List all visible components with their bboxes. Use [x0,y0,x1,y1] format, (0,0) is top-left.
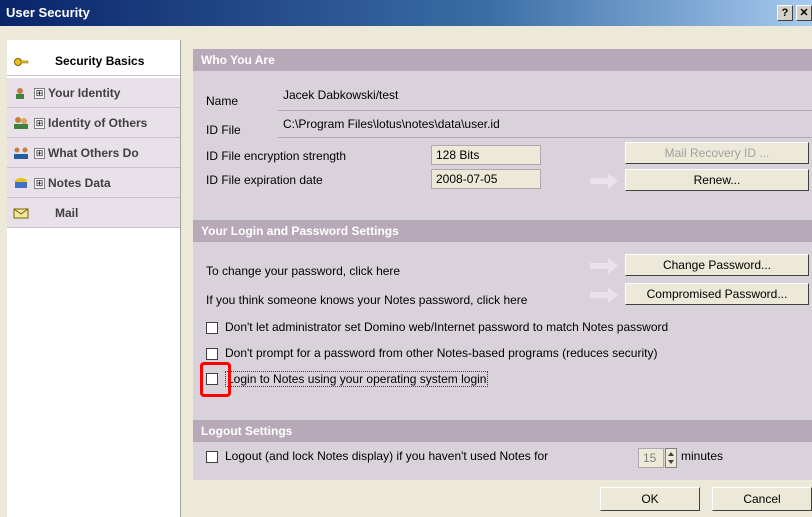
section-who-you-are: Name Jacek Dabkowski/test ID File C:\Pro… [193,71,812,233]
sidebar-item-label: Security Basics [55,54,145,68]
arrow-right-icon [590,258,618,274]
section-header-login: Your Login and Password Settings [193,220,812,242]
strength-field: 128 Bits [431,145,541,165]
highlight-annotation [200,362,231,397]
help-button[interactable]: ? [777,5,793,21]
mail-recovery-button[interactable]: Mail Recovery ID ... [625,142,809,164]
content-panel: Who You Are Name Jacek Dabkowski/test ID… [193,40,812,480]
mail-icon [13,208,29,219]
idfile-value: C:\Program Files\lotus\notes\data\user.i… [283,117,500,131]
sidebar-item-security-basics[interactable]: Security Basics [7,46,180,76]
arrow-right-icon [590,287,618,303]
sidebar-item-notes-data[interactable]: ⊞ Notes Data [7,168,180,198]
sidebar-item-label: What Others Do [48,146,139,160]
change-password-button[interactable]: Change Password... [625,254,809,276]
renew-button[interactable]: Renew... [625,169,809,191]
arrow-right-icon [590,173,618,189]
logout-label: Logout (and lock Notes display) if you h… [225,449,549,463]
sidebar-item-mail[interactable]: Mail [7,198,180,228]
data-icon [15,178,27,188]
name-value: Jacek Dabkowski/test [283,88,399,102]
admin-sync-checkbox[interactable] [206,322,218,334]
minutes-spinner[interactable] [665,448,677,468]
id-card-icon [16,88,24,99]
sidebar-nav: Security Basics ⊞ Your Identity ⊞ Identi… [7,40,181,517]
window-title: User Security [6,5,90,20]
section-header-who-you-are: Who You Are [193,49,812,71]
os-login-label: Login to Notes using your operating syst… [225,371,489,387]
spinner-arrows-icon [668,452,674,464]
admin-sync-label: Don't let administrator set Domino web/I… [225,320,669,334]
minutes-input[interactable]: 15 [638,448,664,468]
footer-bar: OK Cancel [185,480,812,517]
section-logout: Logout (and lock Notes display) if you h… [193,442,812,480]
expand-icon[interactable]: ⊞ [34,118,45,129]
sidebar-item-identity-of-others[interactable]: ⊞ Identity of Others [7,108,180,138]
key-icon [14,58,29,66]
name-label: Name [206,94,239,108]
title-bar: User Security ? ✕ [0,0,812,26]
sidebar-item-label: Notes Data [48,176,111,190]
expand-icon[interactable]: ⊞ [34,88,45,99]
idfile-label: ID File [206,123,241,137]
no-prompt-label: Don't prompt for a password from other N… [225,346,658,360]
sidebar-item-what-others-do[interactable]: ⊞ What Others Do [7,138,180,168]
people-icon [14,117,28,129]
sidebar-item-label: Mail [55,206,79,220]
change-password-text: To change your password, click here [206,264,401,278]
no-prompt-checkbox[interactable] [206,348,218,360]
compromised-text: If you think someone knows your Notes pa… [206,293,528,307]
logout-checkbox[interactable] [206,451,218,463]
sidebar-item-label: Your Identity [48,86,121,100]
expand-icon[interactable]: ⊞ [34,148,45,159]
close-button[interactable]: ✕ [796,5,812,21]
minutes-label: minutes [681,449,724,463]
expiration-field: 2008-07-05 [431,169,541,189]
strength-label: ID File encryption strength [206,149,347,163]
ok-button[interactable]: OK [600,487,700,511]
group-icon [14,147,28,159]
cancel-button[interactable]: Cancel [712,487,812,511]
compromised-password-button[interactable]: Compromised Password... [625,283,809,305]
section-login: To change your password, click here Chan… [193,242,812,420]
expand-icon[interactable]: ⊞ [34,178,45,189]
sidebar-item-label: Identity of Others [48,116,148,130]
expiration-label: ID File expiration date [206,173,323,187]
section-header-logout: Logout Settings [193,420,812,442]
sidebar-item-your-identity[interactable]: ⊞ Your Identity [7,78,180,108]
